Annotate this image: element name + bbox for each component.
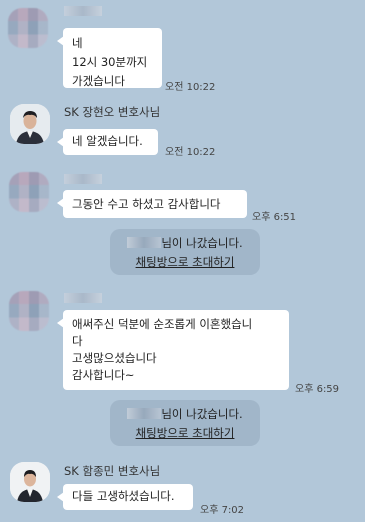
message-bubble[interactable]: 네 12시 30분까지 가겠습니다 [57,28,162,88]
redacted-name [127,237,162,248]
invite-to-chat-link[interactable]: 채팅방으로 초대하기 [136,426,235,440]
avatar[interactable] [9,172,49,212]
sender-name-redacted [64,174,102,184]
sender-name-redacted [64,6,102,16]
message-bubble[interactable]: 그동안 수고 하셨고 감사합니다 [57,190,247,218]
message-bubble[interactable]: 네 알겠습니다. [57,129,158,155]
message-time: 오후 7:02 [200,505,245,516]
sender-name: SK 장현오 변호사님 [64,105,161,119]
message-time: 오전 10:22 [165,147,216,158]
avatar[interactable] [10,462,50,502]
avatar[interactable] [8,8,48,48]
message-time: 오후 6:51 [252,212,297,223]
system-notice: 님이 나갔습니다. 채팅방으로 초대하기 [110,229,260,275]
avatar[interactable] [10,104,50,144]
person-photo-icon [10,462,50,502]
person-photo-icon [10,104,50,144]
notice-text: 님이 나갔습니다. [161,236,243,250]
notice-text: 님이 나갔습니다. [161,407,243,421]
message-time: 오전 10:22 [165,82,216,93]
message-bubble[interactable]: 애써주신 덕분에 순조롭게 이혼했습니 다 고생많으셨습니다 감사합니다~ [57,310,289,390]
message-time: 오후 6:59 [295,384,340,395]
message-bubble[interactable]: 다들 고생하셨습니다. [57,484,193,510]
sender-name: SK 함종민 변호사님 [64,464,161,478]
redacted-name [127,408,162,419]
avatar[interactable] [9,291,49,331]
invite-to-chat-link[interactable]: 채팅방으로 초대하기 [136,255,235,269]
system-notice: 님이 나갔습니다. 채팅방으로 초대하기 [110,400,260,446]
sender-name-redacted [64,293,102,303]
